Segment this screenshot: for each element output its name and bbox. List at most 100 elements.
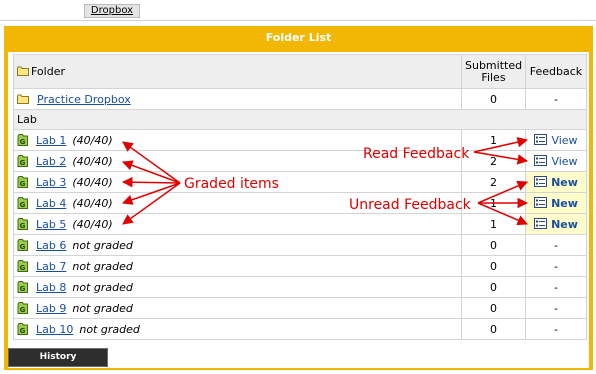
table-row: G Lab 9 not graded 0-	[13, 297, 587, 319]
header-submitted: Submitted Files	[461, 54, 526, 89]
dropbox-tab[interactable]: Dropbox	[84, 4, 140, 18]
table-row: G Lab 6 not graded 0-	[13, 234, 587, 256]
table-row: G Lab 1 (40/40) 1 View	[13, 129, 587, 151]
lab-link[interactable]: Lab 2	[36, 155, 66, 168]
feedback-cell: -	[525, 234, 587, 256]
table-row: G Lab 4 (40/40) 1 New	[13, 192, 587, 214]
feedback-unread-link[interactable]: New	[551, 218, 578, 231]
lab-folder-cell: G Lab 6 not graded	[13, 234, 462, 256]
header-folder: Folder	[13, 54, 462, 89]
table-row: G Lab 8 not graded 0-	[13, 276, 587, 298]
lab-folder-cell: G Lab 10 not graded	[13, 318, 462, 340]
history-button[interactable]: History	[8, 348, 108, 367]
lab-score: (40/40)	[72, 154, 113, 168]
feedback-cell: -	[525, 297, 587, 319]
folder-list-panel: Folder List Folder Submitted Files Feedb…	[4, 26, 593, 370]
svg-text:G: G	[20, 306, 26, 314]
lab-link[interactable]: Lab 5	[36, 218, 66, 231]
feedback-read-link[interactable]: View	[551, 155, 577, 168]
header-folder-label: Folder	[31, 65, 65, 78]
submitted-count: 0	[461, 318, 526, 340]
panel-body: Folder Submitted Files Feedback Practice…	[8, 52, 589, 368]
feedback-icon	[534, 133, 548, 145]
svg-text:G: G	[20, 201, 26, 209]
feedback-unread-link[interactable]: New	[551, 197, 578, 210]
lab-folder-cell: G Lab 9 not graded	[13, 297, 462, 319]
svg-text:G: G	[20, 264, 26, 272]
lab-link[interactable]: Lab 3	[36, 176, 66, 189]
feedback-cell: New	[525, 171, 587, 193]
table-row: G Lab 5 (40/40) 1 New	[13, 213, 587, 235]
submitted-count: 2	[461, 150, 526, 172]
lab-folder-cell: G Lab 7 not graded	[13, 255, 462, 277]
lab-folder-cell: G Lab 3 (40/40)	[13, 171, 462, 193]
graded-icon: G	[17, 154, 28, 167]
lab-score: not graded	[72, 259, 133, 273]
folder-table: Folder Submitted Files Feedback Practice…	[13, 54, 587, 340]
lab-link[interactable]: Lab 7	[36, 260, 66, 273]
svg-text:G: G	[20, 138, 26, 146]
table-row: G Lab 2 (40/40) 2 View	[13, 150, 587, 172]
feedback-icon	[534, 217, 548, 229]
lab-folder-cell: G Lab 1 (40/40)	[13, 129, 462, 151]
header-submitted-line2: Files	[481, 70, 506, 84]
graded-icon: G	[17, 196, 28, 209]
submitted-count: 1	[461, 213, 526, 235]
lab-folder-cell: G Lab 4 (40/40)	[13, 192, 462, 214]
lab-folder-cell: G Lab 5 (40/40)	[13, 213, 462, 235]
svg-text:G: G	[20, 222, 26, 230]
feedback-cell: View	[525, 150, 587, 172]
lab-score: (40/40)	[72, 175, 113, 189]
feedback-icon	[534, 175, 548, 187]
submitted-count: 0	[461, 88, 526, 110]
lab-folder-cell: G Lab 8 not graded	[13, 276, 462, 298]
graded-icon: G	[17, 217, 28, 230]
lab-score: not graded	[72, 280, 133, 294]
divider	[0, 20, 596, 21]
lab-score: (40/40)	[72, 133, 113, 147]
table-row: G Lab 3 (40/40) 2 New	[13, 171, 587, 193]
header-feedback: Feedback	[525, 54, 587, 89]
table-row: G Lab 10 not graded 0-	[13, 318, 587, 340]
feedback-cell: New	[525, 192, 587, 214]
lab-score: not graded	[79, 322, 140, 336]
panel-title: Folder List	[265, 31, 332, 44]
lab-score: not graded	[72, 238, 133, 252]
feedback-unread-link[interactable]: New	[551, 176, 578, 189]
graded-icon: G	[17, 238, 28, 251]
category-row: Lab	[13, 109, 587, 130]
lab-link[interactable]: Lab 10	[36, 323, 73, 336]
practice-dropbox-link[interactable]: Practice Dropbox	[37, 93, 131, 106]
feedback-cell: View	[525, 129, 587, 151]
feedback-cell: -	[525, 88, 587, 110]
table-row: G Lab 7 not graded 0-	[13, 255, 587, 277]
table-row: Practice Dropbox 0 -	[13, 88, 587, 110]
table-header-row: Folder Submitted Files Feedback	[13, 54, 587, 89]
submitted-count: 1	[461, 192, 526, 214]
feedback-icon	[534, 154, 548, 166]
category-label: Lab	[13, 109, 587, 130]
lab-link[interactable]: Lab 9	[36, 302, 66, 315]
svg-text:G: G	[20, 327, 26, 335]
feedback-cell: New	[525, 213, 587, 235]
submitted-count: 2	[461, 171, 526, 193]
graded-icon: G	[17, 259, 28, 272]
lab-link[interactable]: Lab 8	[36, 281, 66, 294]
submitted-count: 0	[461, 276, 526, 298]
graded-icon: G	[17, 175, 28, 188]
feedback-read-link[interactable]: View	[551, 134, 577, 147]
folder-icon	[17, 66, 29, 76]
submitted-count: 0	[461, 255, 526, 277]
practice-folder-cell: Practice Dropbox	[13, 88, 462, 110]
svg-text:G: G	[20, 159, 26, 167]
graded-icon: G	[17, 133, 28, 146]
lab-link[interactable]: Lab 4	[36, 197, 66, 210]
lab-score: (40/40)	[72, 217, 113, 231]
lab-link[interactable]: Lab 1	[36, 134, 66, 147]
graded-icon: G	[17, 280, 28, 293]
submitted-count: 0	[461, 234, 526, 256]
lab-folder-cell: G Lab 2 (40/40)	[13, 150, 462, 172]
svg-text:G: G	[20, 285, 26, 293]
lab-score: not graded	[72, 301, 133, 315]
lab-link[interactable]: Lab 6	[36, 239, 66, 252]
